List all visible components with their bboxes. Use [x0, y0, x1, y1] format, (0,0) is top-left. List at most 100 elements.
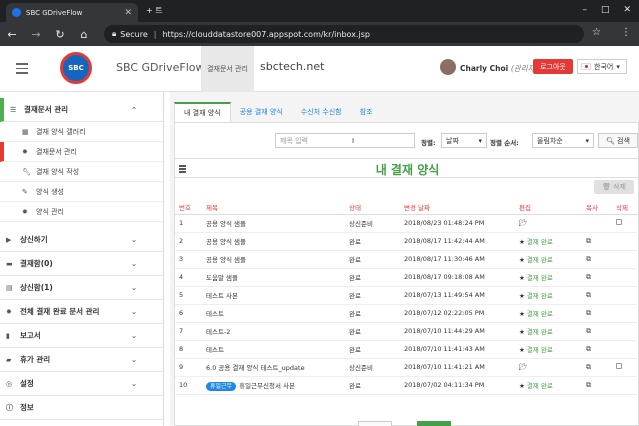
table-row[interactable]: 10 휴일근무 휴일근무신청서 사본 완료 2018/07/02 04:11:34 PM…	[175, 376, 639, 395]
sidebar-item-form-create[interactable]: ✎ 양식 생성	[0, 182, 163, 202]
chevron-down-icon: ⌄	[131, 331, 137, 340]
copy-icon[interactable]: ⧉	[586, 255, 591, 263]
sidebar-group-inbox[interactable]: ▬ 결재함(0) ⌄	[0, 252, 163, 276]
folder-icon[interactable]: 📂︎	[519, 219, 527, 227]
row-delete	[612, 340, 639, 359]
table-row[interactable]: 5 테스트 사본 완료 2018/07/13 11:49:54 AM ★ 결재 완료 ⧉	[175, 286, 639, 305]
forward-icon[interactable]: →	[24, 28, 48, 41]
sidebar-group-report[interactable]: ▮ 보고서 ⌄	[0, 324, 163, 348]
row-number: 10	[175, 376, 202, 395]
copy-icon[interactable]: ⧉	[586, 309, 591, 317]
tab-reference[interactable]: 참조	[351, 102, 382, 122]
sidebar-item-label: 결재문서 관리	[36, 147, 77, 156]
sidebar-group-vacation[interactable]: ▰ 휴가 관리 ⌄	[0, 348, 163, 372]
reload-icon[interactable]: ↻	[48, 28, 72, 41]
row-title-link[interactable]: 도움말 샘플	[206, 274, 238, 282]
text-cursor-icon: I	[352, 136, 355, 145]
table-row[interactable]: 2 공용 양식 샘플 완료 2018/08/17 11:42:44 AM ★ 결재 완료 ⧉	[175, 232, 639, 251]
close-tab-icon[interactable]: ✕	[124, 8, 132, 18]
row-title-link[interactable]: 휴일근무신청서 사본	[239, 382, 295, 390]
sort-select[interactable]: 날짜 ▾	[441, 133, 487, 148]
table-row[interactable]: 9 6.0 공용 결재 양식 테스트_update 상신준비 2018/07/10 1…	[175, 358, 639, 377]
table-row[interactable]: 6 테스트 완료 2018/07/12 02:22:05 PM ★ 결재 완료 ⧉	[175, 304, 639, 323]
row-number: 5	[175, 286, 202, 305]
pagination-active[interactable]	[417, 421, 451, 426]
delete-button[interactable]: 🗑︎ 삭제	[594, 180, 634, 194]
outbox-icon: ▤	[6, 283, 13, 292]
delete-checkbox[interactable]	[616, 219, 622, 225]
sidebar-group-settings[interactable]: ◎ 설정 ⌄	[0, 372, 163, 396]
gear-icon: ✹	[22, 147, 28, 156]
table-row[interactable]: 3 공용 양식 샘플 완료 2018/08/17 11:30:46 AM ★ 결재 완료 ⧉	[175, 250, 639, 269]
copy-icon[interactable]: ⧉	[586, 291, 591, 299]
row-title-link[interactable]: 공용 양식 샘플	[206, 238, 246, 246]
row-date: 2018/08/17 11:42:44 AM	[400, 232, 515, 251]
info-icon: ⓘ	[6, 403, 13, 412]
search-button-label: 검색	[617, 136, 630, 145]
star-icon: ★	[519, 292, 525, 300]
row-title-link[interactable]: 테스트-2	[206, 328, 230, 336]
row-edit: ★ 결재 완료	[515, 232, 582, 251]
browser-tab[interactable]: SBC GDriveFlow ✕	[6, 3, 138, 22]
bookmark-star-icon[interactable]: ☆	[592, 27, 601, 38]
tab-my-forms[interactable]: 내 결재 양식	[174, 102, 231, 122]
pagination-prev[interactable]	[358, 421, 392, 426]
approval-complete-label: 결재 완료	[526, 238, 553, 246]
close-window-icon[interactable]: ✕	[623, 5, 631, 15]
sidebar-item-doc-manage[interactable]: ✹ 결재문서 관리	[0, 142, 163, 162]
sidebar-group-all-complete[interactable]: ✹ 전체 결재 완료 문서 관리 ⌄	[0, 300, 163, 324]
row-status: 완료	[345, 304, 400, 323]
approval-complete: ★ 결재 완료	[519, 256, 553, 264]
delete-checkbox[interactable]	[616, 363, 622, 369]
table-row[interactable]: 7 테스트-2 완료 2018/07/10 11:44:29 AM ★ 결재 완료 ⧉	[175, 322, 639, 341]
company-domain: sbctech.net	[260, 60, 325, 73]
sidebar-item-form-manage[interactable]: ✹ 양식 관리	[0, 202, 163, 222]
url-text: https://clouddatastore007.appspot.com/kr…	[162, 29, 370, 39]
copy-icon[interactable]: ⧉	[586, 237, 591, 245]
sidebar-group-outbox[interactable]: ▤ 상신함(1) ⌄	[0, 276, 163, 300]
row-title-link[interactable]: 테스트	[206, 310, 224, 318]
order-select[interactable]: 올림차순 ▾	[532, 133, 594, 148]
tab-public-forms[interactable]: 공용 결재 양식	[231, 102, 292, 122]
table-row[interactable]: 1 공용 양식 샘플 상신준비 2018/08/23 01:48:24 PM 📂︎	[175, 214, 639, 233]
minimize-icon[interactable]: –	[582, 5, 587, 15]
table-row[interactable]: 4 도움말 샘플 완료 2018/08/17 09:18:08 AM ★ 결재 완료 ⧉	[175, 268, 639, 287]
chevron-down-icon: ⌄	[131, 283, 137, 292]
search-button[interactable]: 🔍︎ 검색	[598, 133, 638, 148]
copy-icon[interactable]: ⧉	[586, 345, 591, 353]
sidebar-group-submit[interactable]: ▶ 상신하기 ⌄	[0, 228, 163, 252]
tab-recipient-inbox[interactable]: 수신처 수신함	[292, 102, 351, 122]
hamburger-menu-icon[interactable]	[16, 63, 28, 77]
sidebar-item-form-gallery[interactable]: ▦ 결재 양식 갤러리	[0, 122, 163, 142]
row-title-link[interactable]: 6.0 공용 결재 양식 테스트_update	[206, 364, 305, 372]
approval-complete: ★ 결재 완료	[519, 310, 553, 318]
sidebar-group-label: 휴가 관리	[20, 355, 51, 364]
sidebar-section-approval-docs[interactable]: ☰ 결재문서 관리 ⌃	[0, 98, 163, 122]
col-number: 번호	[175, 200, 202, 215]
logout-button[interactable]: 로그아웃	[533, 59, 573, 74]
row-title-link[interactable]: 공용 양식 샘플	[206, 256, 246, 264]
home-icon[interactable]: ⌂	[72, 28, 96, 41]
copy-icon[interactable]: ⧉	[586, 363, 591, 371]
table-row[interactable]: 8 테스트 완료 2018/07/10 11:41:43 AM ★ 결재 완료 ⧉	[175, 340, 639, 359]
row-title-link[interactable]: 테스트 사본	[206, 292, 238, 300]
browser-menu-icon[interactable]: ⋮	[621, 27, 631, 38]
row-title: 도움말 샘플	[202, 268, 345, 287]
sidebar-item-form-write[interactable]: 🔧︎ 결재 양식 작성	[0, 162, 163, 182]
folder-icon[interactable]: 📂︎	[519, 363, 527, 371]
copy-icon[interactable]: ⧉	[586, 327, 591, 335]
back-icon[interactable]: ←	[0, 28, 24, 41]
search-placeholder: 제목 입력	[280, 136, 308, 145]
row-title-link[interactable]: 공용 양식 샘플	[206, 220, 246, 228]
row-title-link[interactable]: 테스트	[206, 346, 224, 354]
copy-icon[interactable]: ⧉	[586, 381, 591, 389]
search-input[interactable]: 제목 입력 I	[275, 133, 415, 148]
language-select[interactable]: 한국어 ▾	[577, 59, 627, 74]
new-tab-button[interactable]: + 트	[146, 5, 163, 16]
url-bar[interactable]: 🔒︎ Secure | https://clouddatastore007.ap…	[104, 25, 584, 43]
row-copy	[582, 214, 612, 233]
maximize-icon[interactable]: □	[601, 5, 610, 15]
copy-icon[interactable]: ⧉	[586, 273, 591, 281]
header-tab-approval[interactable]: 결재문서 관리	[201, 46, 254, 92]
sidebar-group-info[interactable]: ⓘ 정보	[0, 396, 163, 420]
